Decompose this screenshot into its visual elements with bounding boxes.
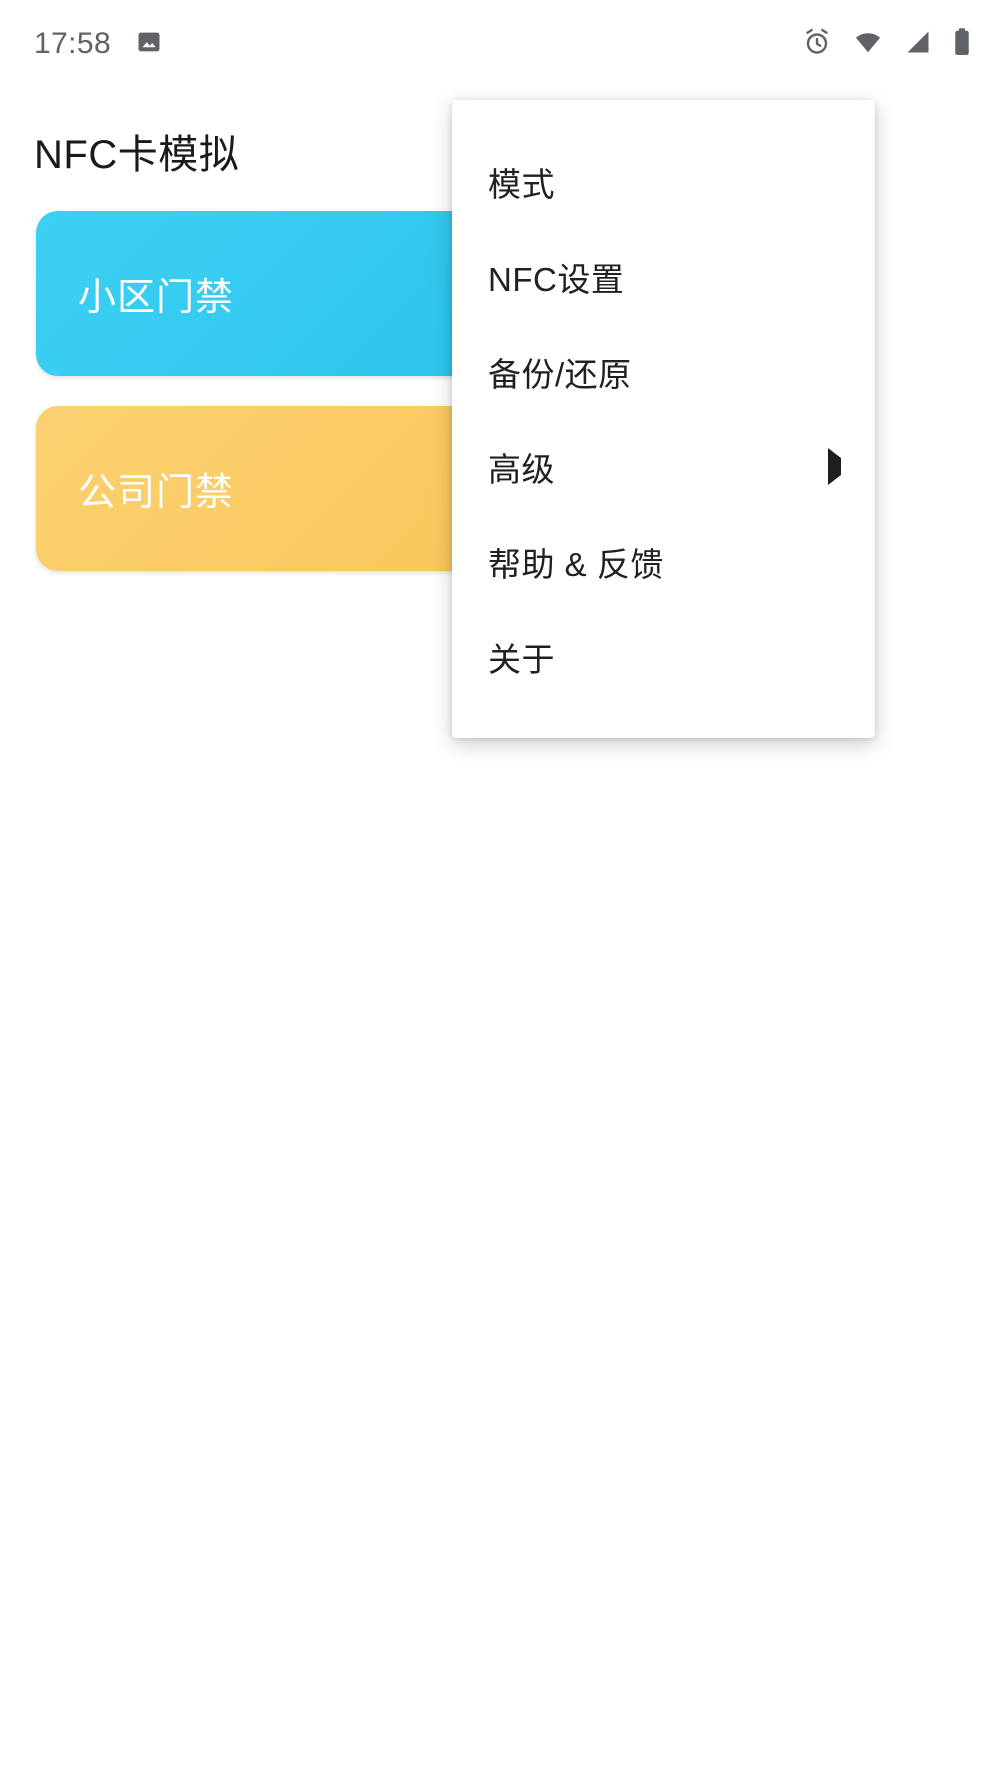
menu-item-nfc-settings[interactable]: NFC设置: [452, 229, 875, 324]
app-screen: 17:58 NFC卡模拟 小区门禁 公司门禁 模式 NFC设置 备份/还原 高级…: [0, 0, 1000, 1777]
card-label: 公司门禁: [78, 472, 235, 514]
menu-item-label: 高级: [488, 450, 555, 488]
menu-item-backup-restore[interactable]: 备份/还原: [452, 324, 875, 419]
wifi-icon: [852, 27, 884, 62]
photo-icon: [135, 28, 163, 61]
page-title: NFC卡模拟: [34, 133, 240, 177]
menu-item-label: 备份/还原: [488, 355, 632, 393]
overflow-menu: 模式 NFC设置 备份/还原 高级 帮助 & 反馈 关于: [452, 100, 875, 738]
menu-item-label: NFC设置: [488, 260, 625, 298]
alarm-clock-icon: [802, 27, 832, 62]
menu-item-advanced[interactable]: 高级: [452, 419, 875, 514]
menu-item-label: 模式: [488, 165, 555, 203]
menu-item-about[interactable]: 关于: [452, 609, 875, 704]
battery-icon: [952, 27, 972, 62]
submenu-arrow-icon: [828, 447, 841, 485]
cellular-signal-icon: [904, 28, 932, 61]
status-bar-clock: 17:58: [34, 27, 112, 60]
card-label: 小区门禁: [78, 277, 235, 319]
status-bar-right: [802, 27, 972, 62]
menu-item-help-feedback[interactable]: 帮助 & 反馈: [452, 514, 875, 609]
menu-item-label: 关于: [488, 640, 555, 678]
menu-item-mode[interactable]: 模式: [452, 134, 875, 229]
status-bar-left: 17:58: [34, 27, 163, 61]
status-bar: 17:58: [0, 0, 1000, 88]
menu-item-label: 帮助 & 反馈: [488, 545, 664, 583]
